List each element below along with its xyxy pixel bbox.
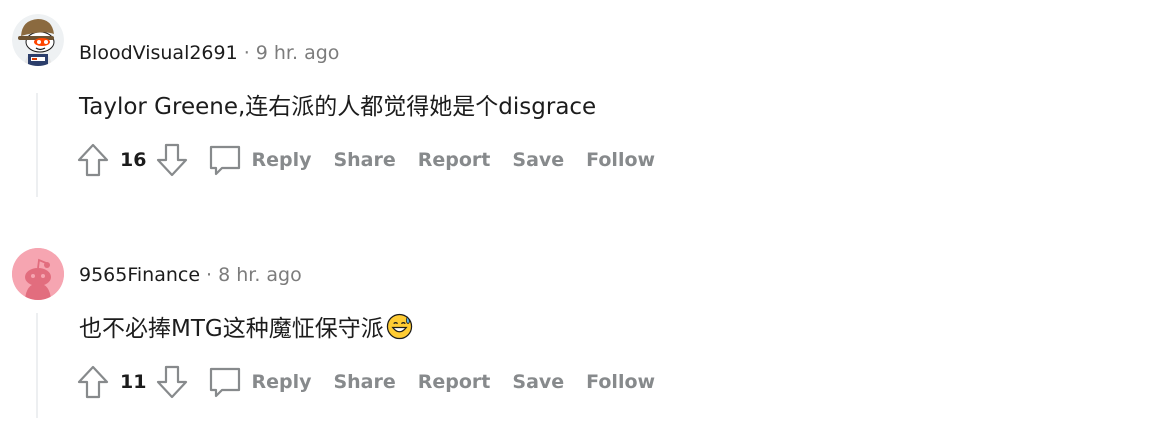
username[interactable]: 9565Finance	[79, 264, 200, 286]
upvote-button[interactable]	[76, 142, 110, 178]
report-button[interactable]: Report	[418, 371, 491, 393]
timestamp[interactable]: 8 hr. ago	[218, 264, 302, 286]
reply-button[interactable]	[207, 364, 243, 400]
vote-score: 16	[120, 149, 147, 171]
share-button[interactable]: Share	[333, 371, 395, 393]
comment-bubble-icon	[210, 367, 241, 398]
comment-meta: 9565Finance · 8 hr. ago	[79, 264, 302, 286]
upvote-icon	[77, 365, 109, 399]
reply-button[interactable]	[207, 142, 243, 178]
avatar[interactable]	[12, 14, 64, 66]
comment-actions: 11 Reply Share Report Save Follow	[76, 362, 655, 402]
timestamp[interactable]: 9 hr. ago	[256, 42, 340, 64]
downvote-button[interactable]	[155, 364, 189, 400]
avatar[interactable]	[12, 248, 64, 300]
comment-body: Taylor Greene,连右派的人都觉得她是个disgrace	[79, 94, 597, 120]
follow-button[interactable]: Follow	[586, 371, 655, 393]
thread-line[interactable]	[36, 313, 38, 418]
reply-button-label[interactable]: Reply	[251, 371, 311, 393]
comment-actions: 16 Reply Share Report Save Follow	[76, 140, 655, 180]
thread-line[interactable]	[36, 93, 38, 197]
report-button[interactable]: Report	[418, 149, 491, 171]
reply-button-label[interactable]: Reply	[251, 149, 311, 171]
comment: 9565Finance · 8 hr. ago 也不必捧MTG这种魔怔保守派 1…	[0, 221, 1155, 436]
vote-score: 11	[120, 371, 147, 393]
downvote-icon	[157, 143, 188, 177]
comment-meta: BloodVisual2691 · 9 hr. ago	[79, 42, 339, 64]
upvote-icon	[77, 143, 109, 177]
upvote-button[interactable]	[76, 364, 110, 400]
grinning-sweat-emoji-icon	[386, 313, 412, 339]
downvote-button[interactable]	[155, 142, 189, 178]
comment-body: 也不必捧MTG这种魔怔保守派	[79, 316, 384, 342]
comment-text: 也不必捧MTG这种魔怔保守派	[79, 309, 413, 343]
username[interactable]: BloodVisual2691	[79, 42, 238, 64]
comment-bubble-icon	[210, 145, 241, 176]
save-button[interactable]: Save	[512, 149, 564, 171]
comment: BloodVisual2691 · 9 hr. ago Taylor Green…	[0, 0, 1155, 210]
follow-button[interactable]: Follow	[586, 149, 655, 171]
share-button[interactable]: Share	[333, 149, 395, 171]
save-button[interactable]: Save	[512, 371, 564, 393]
meta-separator: ·	[243, 42, 250, 64]
comment-text: Taylor Greene,连右派的人都觉得她是个disgrace	[79, 87, 596, 121]
meta-separator: ·	[206, 264, 213, 286]
downvote-icon	[157, 365, 188, 399]
